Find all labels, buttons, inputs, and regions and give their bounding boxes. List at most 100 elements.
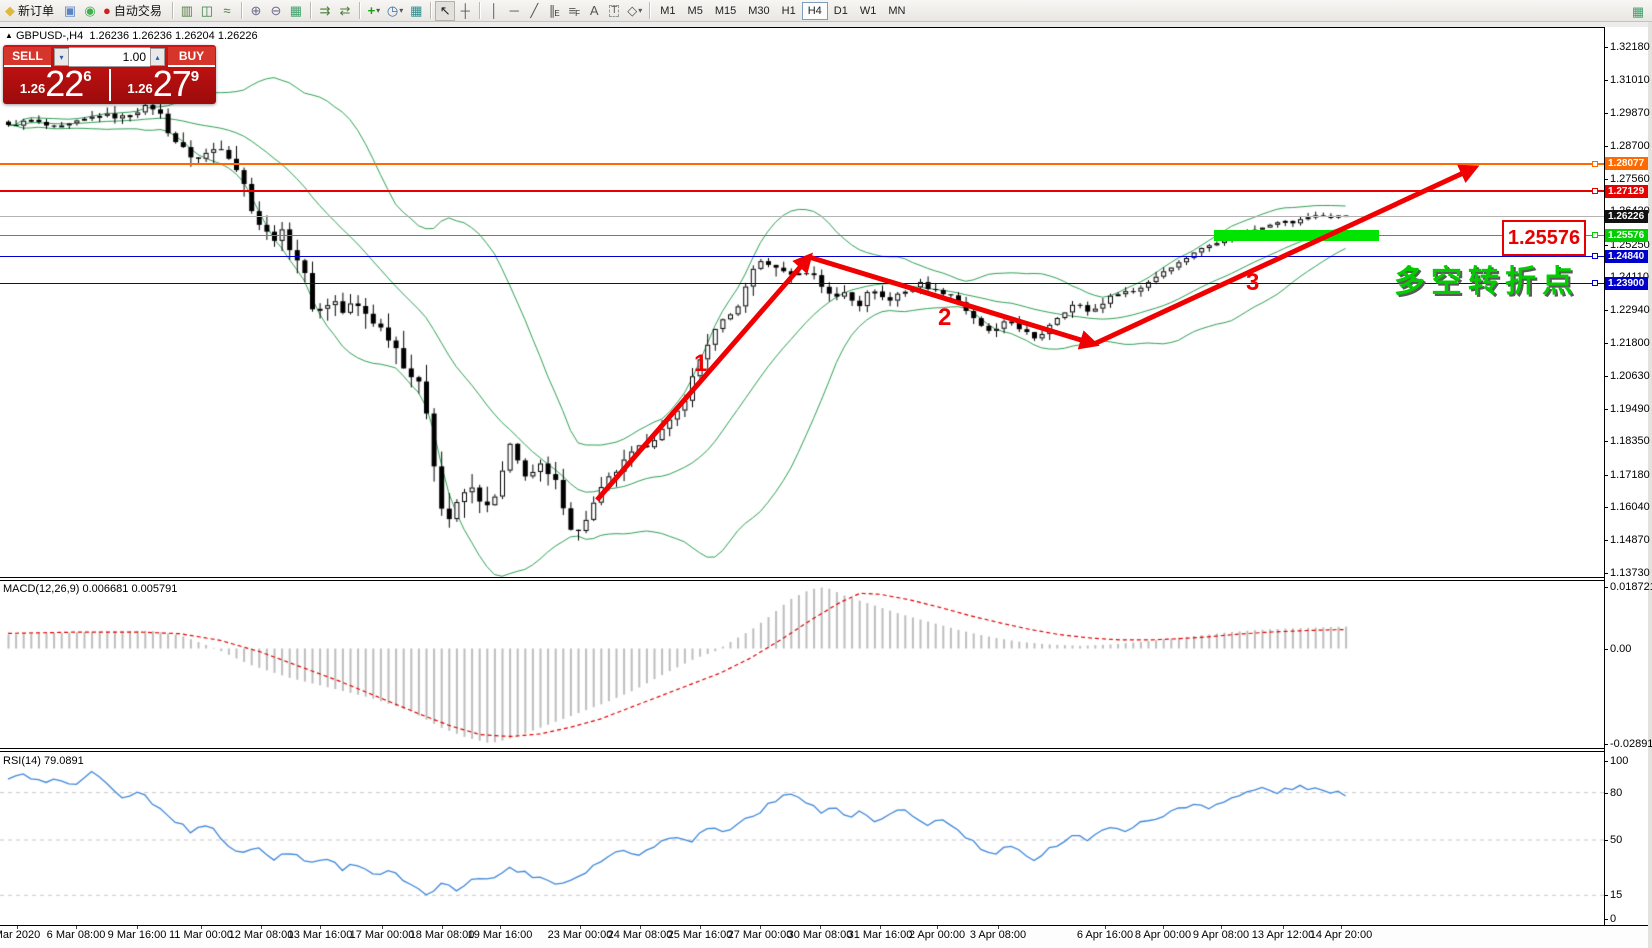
fibonacci-sub-label: F — [575, 9, 580, 18]
chart-frame-top — [0, 27, 1648, 28]
axis-tick-label: 0.018721 — [1610, 581, 1652, 593]
new-order-label: 新订单 — [15, 2, 57, 19]
buy-price[interactable]: 1.26 27 9 — [111, 67, 217, 103]
time-label: 30 Mar 08:00 — [788, 929, 853, 941]
candle-chart-button[interactable]: ◫ — [197, 1, 217, 21]
chart-windows-button[interactable]: ▣ — [60, 1, 80, 21]
time-label: 31 Mar 16:00 — [848, 929, 913, 941]
autotrade-button[interactable]: ● 自动交易 — [100, 1, 168, 21]
sell-price[interactable]: 1.26 22 6 — [3, 67, 109, 103]
axis-tick-label: 1.19490 — [1610, 403, 1650, 415]
buy-price-big: 27 — [153, 67, 191, 101]
zoom-in-button[interactable]: ⊕ — [246, 1, 266, 21]
chart-shift-button[interactable]: ⇄ — [335, 1, 355, 21]
time-label: 11 Mar 00:00 — [169, 929, 233, 941]
axis-tick — [1604, 649, 1608, 650]
indicators-icon: ▦ — [410, 4, 422, 17]
sell-button[interactable]: SELL — [4, 47, 51, 67]
price-tag: 1.25576 — [1605, 229, 1648, 242]
channel-button[interactable]: ∥ E — [544, 1, 564, 21]
trendline-button[interactable]: ╱ — [524, 1, 544, 21]
timeframe-button-m1[interactable]: M1 — [654, 2, 681, 20]
axis-tick — [1604, 179, 1608, 180]
axis-tick — [1604, 573, 1608, 574]
time-label: Mar 2020 — [0, 929, 40, 941]
sell-price-sup: 6 — [83, 68, 91, 85]
macd-panel-top-border — [0, 580, 1648, 581]
dropdown-arrow-icon: ▾ — [638, 6, 642, 15]
auto-scroll-button[interactable]: ⇉ — [315, 1, 335, 21]
macd-panel-bottom-border — [0, 748, 1648, 749]
channel-sub-label: E — [554, 9, 559, 18]
dropdown-arrow-icon: ▾ — [399, 6, 403, 15]
tile-windows-button[interactable]: ▦ — [286, 1, 306, 21]
chart-shift-icon: ⇄ — [339, 4, 350, 17]
timeframe-button-d1[interactable]: D1 — [828, 2, 854, 20]
trend-arrow-1[interactable] — [597, 257, 809, 500]
time-label: 8 Apr 00:00 — [1135, 929, 1191, 941]
indicators-button[interactable]: ▦ — [406, 1, 426, 21]
timeframe-button-w1[interactable]: W1 — [854, 2, 883, 20]
price-tag: 1.23900 — [1605, 277, 1648, 290]
cursor-button[interactable]: ↖ — [435, 1, 455, 21]
text-label-icon: T — [609, 5, 619, 17]
time-label: 23 Mar 00:00 — [548, 929, 613, 941]
axis-tick — [1604, 343, 1608, 344]
crosshair-button[interactable]: ┼ — [455, 1, 475, 21]
time-label: 6 Mar 08:00 — [47, 929, 106, 941]
axis-tick — [1604, 475, 1608, 476]
horizontal-line-button[interactable]: ─ — [504, 1, 524, 21]
zoom-out-button[interactable]: ⊖ — [266, 1, 286, 21]
toolbar-separator — [241, 2, 242, 19]
text-label-button[interactable]: T — [604, 1, 624, 21]
axis-tick-label: 1.28700 — [1610, 140, 1650, 152]
axis-tick — [1604, 245, 1608, 246]
timeframe-button-m5[interactable]: M5 — [682, 2, 709, 20]
autotrade-icon: ● — [103, 4, 111, 17]
fibonacci-button[interactable]: ≡ F — [564, 1, 584, 21]
axis-tick — [1604, 840, 1608, 841]
shapes-button[interactable]: ◇ ▾ — [624, 1, 645, 21]
new-order-button[interactable]: ◆ 新订单 — [2, 1, 60, 21]
price-callout-label[interactable]: 1.25576 — [1502, 220, 1586, 256]
time-label: 12 Mar 08:00 — [229, 929, 294, 941]
bar-chart-button[interactable]: ▥ — [177, 1, 197, 21]
timeframe-button-mn[interactable]: MN — [882, 2, 911, 20]
axis-tick-label: 1.32180 — [1610, 41, 1650, 53]
axis-tick — [1604, 80, 1608, 81]
wave-label-1: 1 — [694, 350, 707, 378]
toolbar-separator — [430, 2, 431, 19]
indicator-list-button[interactable]: ▦ — [1628, 1, 1648, 21]
market-watch-button[interactable]: ◉ — [80, 1, 100, 21]
timeframe-button-m15[interactable]: M15 — [709, 2, 742, 20]
vertical-line-button[interactable]: │ — [484, 1, 504, 21]
axis-tick-label: 50 — [1610, 834, 1622, 846]
timeframe-button-m30[interactable]: M30 — [742, 2, 775, 20]
trend-arrows[interactable] — [0, 0, 1652, 948]
axis-tick-label: 80 — [1610, 787, 1622, 799]
new-chart-icon: + — [368, 4, 376, 17]
shapes-icon: ◇ — [627, 4, 637, 17]
axis-tick — [1604, 744, 1608, 745]
turning-point-note[interactable]: 多空转折点 — [1394, 256, 1579, 301]
line-chart-button[interactable]: ≈ — [217, 1, 237, 21]
time-label: 18 Mar 08:00 — [410, 929, 475, 941]
axis-tick-label: 0 — [1610, 913, 1616, 925]
dropdown-arrow-icon: ▾ — [376, 6, 380, 15]
timeframe-button-h4[interactable]: H4 — [802, 2, 828, 20]
time-label: 25 Mar 16:00 — [668, 929, 733, 941]
text-button[interactable]: A — [584, 1, 604, 21]
timeframe-button-h1[interactable]: H1 — [776, 2, 802, 20]
toolbar-separator — [359, 2, 360, 19]
axis-tick — [1604, 895, 1608, 896]
bar-chart-icon: ▥ — [181, 4, 193, 17]
rsi-panel-top-border — [0, 751, 1648, 752]
profiles-button[interactable]: ◷ ▾ — [384, 1, 406, 21]
new-chart-button[interactable]: + ▾ — [364, 1, 384, 21]
axis-tick — [1604, 793, 1608, 794]
time-label: 27 Mar 00:00 — [728, 929, 793, 941]
axis-tick-label: 1.16040 — [1610, 501, 1650, 513]
trend-arrow-2[interactable] — [809, 257, 1094, 344]
new-order-icon: ◆ — [5, 4, 15, 17]
zoom-in-icon: ⊕ — [250, 4, 261, 17]
